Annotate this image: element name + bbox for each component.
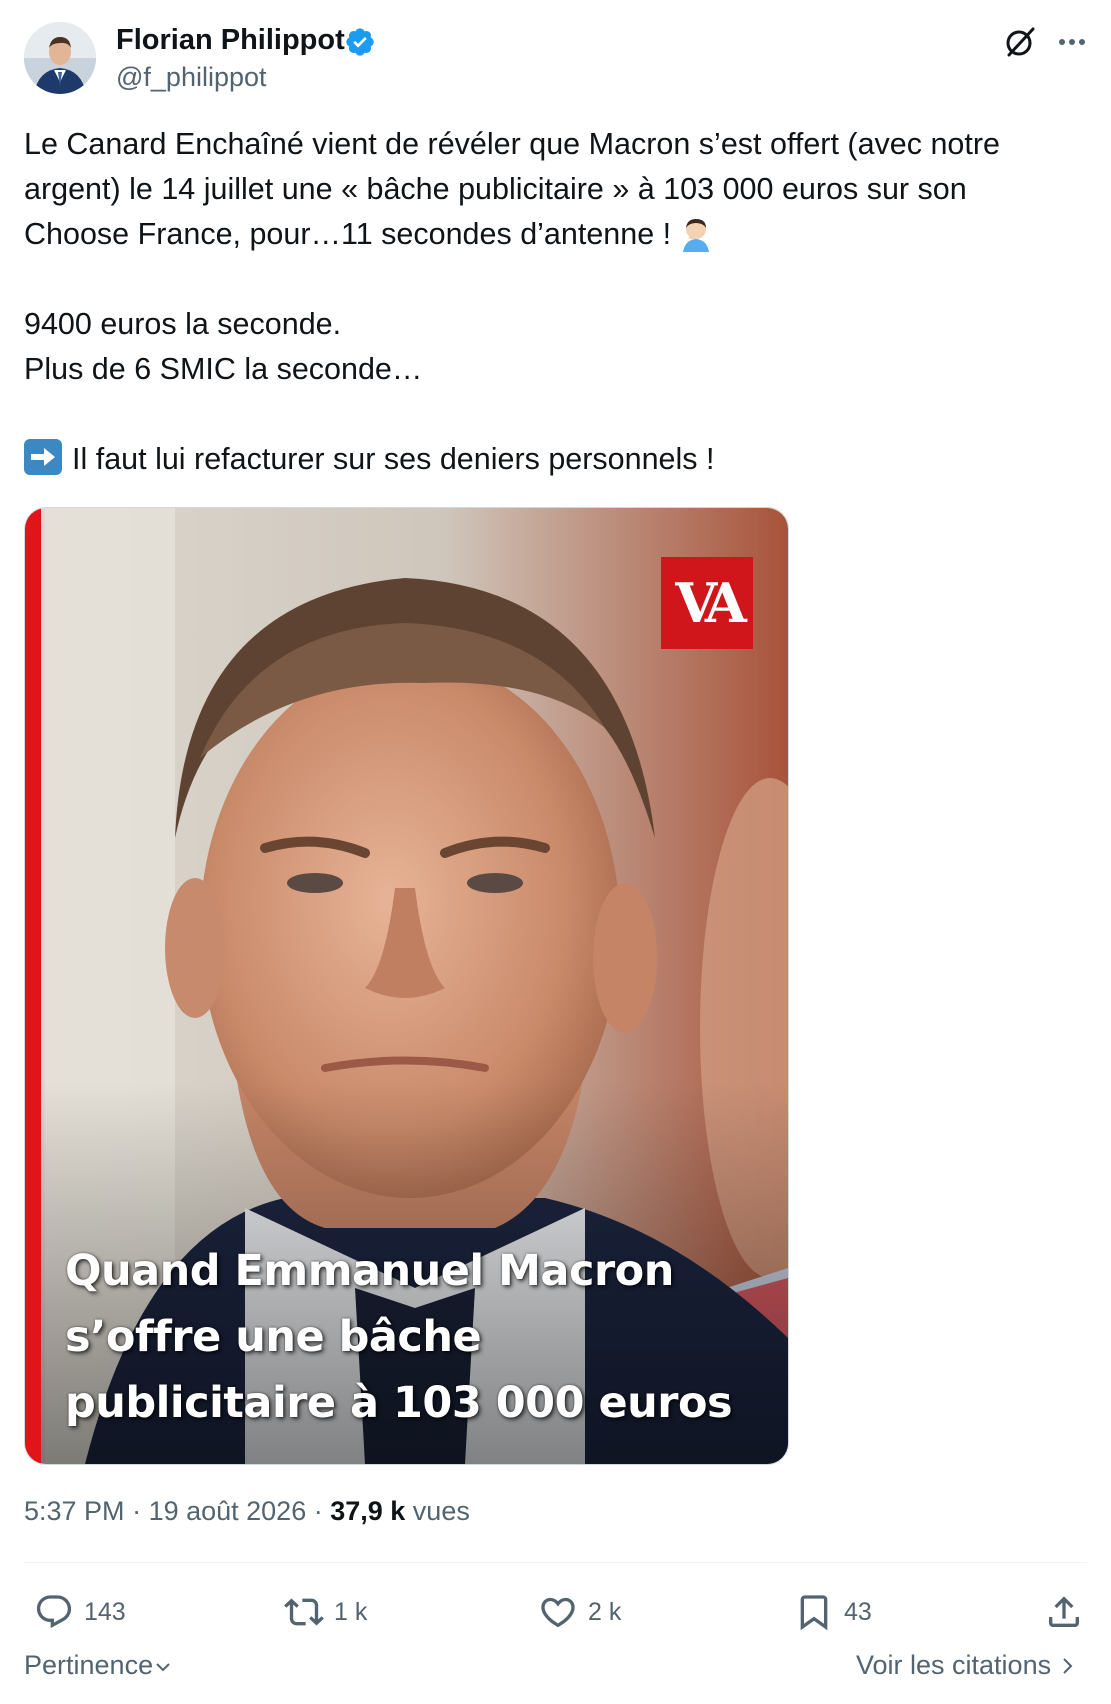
tweet-time[interactable]: 5:37 PM <box>24 1496 125 1526</box>
share-button[interactable] <box>1044 1590 1094 1634</box>
tweet-text-line: Plus de 6 SMIC la seconde… <box>24 352 423 386</box>
face-palm-emoji-icon <box>679 216 713 252</box>
tweet-text: Le Canard Enchaîné vient de révéler que … <box>24 122 1094 482</box>
sort-label: Pertinence <box>24 1650 154 1680</box>
avatar[interactable] <box>24 22 96 94</box>
view-quotes-link[interactable]: Voir les citations <box>856 1650 1077 1681</box>
tweet-text-line: Il faut lui refacturer sur ses deniers p… <box>24 437 1094 482</box>
tweet-text-line: argent) le 14 juillet une « bâche public… <box>24 172 967 206</box>
right-arrow-emoji-icon <box>24 439 62 475</box>
grok-icon[interactable] <box>1000 22 1040 62</box>
va-logo: VA <box>661 557 753 649</box>
bookmark-count: 43 <box>844 1597 872 1626</box>
tweet-date[interactable]: 19 août 2026 <box>149 1496 307 1526</box>
repost-icon <box>284 1598 324 1626</box>
repost-count: 1 k <box>334 1597 368 1626</box>
view-quotes-label: Voir les citations <box>856 1650 1052 1680</box>
heart-icon <box>541 1597 575 1628</box>
like-button[interactable]: 2 k <box>538 1590 621 1634</box>
tweet-meta: 5:37 PM · 19 août 2026 · 37,9 k vues <box>24 1496 470 1526</box>
bookmark-icon <box>800 1595 828 1631</box>
image-caption: Quand Emmanuel Macron s’offre une bâche … <box>65 1246 733 1428</box>
sort-dropdown[interactable]: Pertinence <box>24 1650 173 1681</box>
tweet-text-line: 9400 euros la seconde. <box>24 307 342 341</box>
tweet-media-image[interactable]: VA Quand Emmanuel Macron s’offre une bâc… <box>24 507 789 1465</box>
reply-count: 143 <box>84 1597 126 1626</box>
author-name[interactable]: Florian Philippot <box>116 24 345 57</box>
author-handle[interactable]: @f_philippot <box>116 62 267 93</box>
chevron-down-icon <box>153 1650 173 1680</box>
views-label: vues <box>405 1496 470 1526</box>
tweet-text-line: Choose France, pour…11 secondes d’antenn… <box>24 212 1094 257</box>
repost-button[interactable]: 1 k <box>284 1590 367 1634</box>
chevron-right-icon <box>1059 1650 1077 1680</box>
reply-button[interactable]: 143 <box>34 1590 126 1634</box>
like-count: 2 k <box>588 1597 622 1626</box>
verified-badge-icon <box>344 26 376 58</box>
tweet-text-line: Le Canard Enchaîné vient de révéler que … <box>24 127 1000 161</box>
more-options-icon[interactable] <box>1052 22 1092 62</box>
red-accent-bar <box>25 508 41 1464</box>
share-icon <box>1049 1596 1079 1627</box>
divider <box>24 1562 1087 1563</box>
reply-icon <box>36 1595 72 1629</box>
views-count: 37,9 k <box>330 1496 406 1526</box>
bookmark-button[interactable]: 43 <box>794 1590 872 1634</box>
